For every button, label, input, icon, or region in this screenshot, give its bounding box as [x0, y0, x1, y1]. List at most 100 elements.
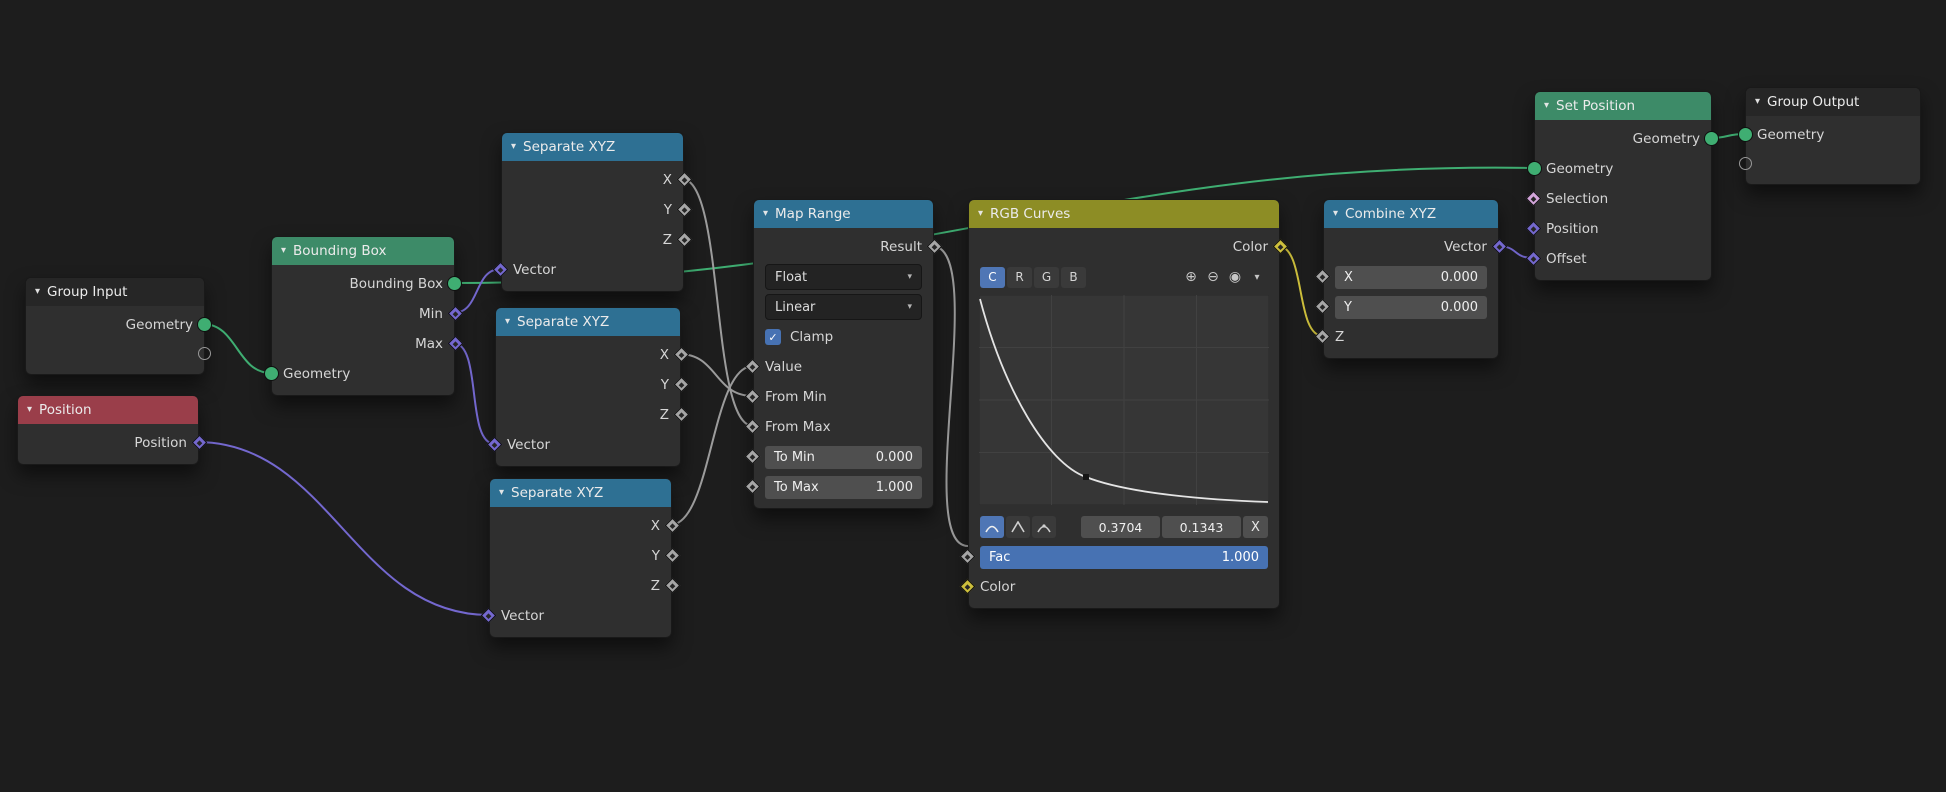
- collapse-chevron-icon[interactable]: ▾: [281, 246, 286, 256]
- handle-free-icon[interactable]: [1032, 516, 1056, 538]
- y-field[interactable]: Y 0.000: [1335, 296, 1487, 319]
- geometry-input-socket[interactable]: [1738, 127, 1753, 142]
- to-min-field[interactable]: To Min 0.000: [765, 446, 922, 469]
- node-map-range[interactable]: ▾ Map Range Result Float ▾ Linear ▾: [753, 199, 934, 509]
- socket-label: Offset: [1546, 251, 1587, 267]
- bounding-box-output-socket[interactable]: [447, 276, 462, 291]
- x-field[interactable]: X 0.000: [1335, 266, 1487, 289]
- to-max-field[interactable]: To Max 1.000: [765, 476, 922, 499]
- curve-plot[interactable]: [979, 295, 1269, 505]
- clamp-row: ✓ Clamp: [754, 322, 933, 352]
- collapse-chevron-icon[interactable]: ▾: [505, 317, 510, 327]
- channel-row: C R G B ⊕ ⊖ ◉ ▾: [969, 262, 1279, 292]
- node-group-output[interactable]: ▾ Group Output Geometry: [1745, 87, 1921, 185]
- collapse-chevron-icon[interactable]: ▾: [499, 488, 504, 498]
- zoom-out-icon[interactable]: ⊖: [1202, 267, 1224, 288]
- collapse-chevron-icon[interactable]: ▾: [27, 405, 32, 415]
- node-position[interactable]: ▾ Position Position: [17, 395, 199, 465]
- input-row-to-max: To Max 1.000: [754, 472, 933, 502]
- collapse-chevron-icon[interactable]: ▾: [763, 209, 768, 219]
- socket-label: Color: [1233, 239, 1268, 255]
- channel-r-button[interactable]: R: [1007, 267, 1032, 288]
- node-header[interactable]: ▾ Map Range: [754, 200, 933, 228]
- virtual-socket[interactable]: [198, 347, 211, 360]
- geometry-input-socket[interactable]: [264, 366, 279, 381]
- output-row-geometry: Geometry: [1535, 124, 1711, 154]
- node-separate-xyz-2[interactable]: ▾ Separate XYZ X Y Z Vector: [495, 307, 681, 467]
- socket-label: Selection: [1546, 191, 1608, 207]
- point-y-field[interactable]: 0.1343: [1162, 516, 1241, 538]
- socket-label: X: [660, 347, 669, 363]
- node-bounding-box[interactable]: ▾ Bounding Box Bounding Box Min Max Geom…: [271, 236, 455, 396]
- curve-control-point[interactable]: [1083, 474, 1089, 480]
- collapse-chevron-icon[interactable]: ▾: [1544, 101, 1549, 111]
- data-type-dropdown[interactable]: Float ▾: [765, 264, 922, 290]
- delete-point-button[interactable]: X: [1243, 516, 1268, 538]
- output-row-position: Position: [18, 428, 198, 458]
- wire-max-separatexyz2: [453, 343, 495, 444]
- point-x-field[interactable]: 0.3704: [1081, 516, 1160, 538]
- socket-label: Max: [415, 336, 443, 352]
- channel-g-button[interactable]: G: [1034, 267, 1059, 288]
- node-editor-canvas[interactable]: ▾ Group Input Geometry ▾ Position Positi…: [0, 0, 1946, 792]
- node-separate-xyz-3[interactable]: ▾ Separate XYZ X Y Z Vector: [489, 478, 672, 638]
- fac-label: Fac: [989, 550, 1010, 565]
- geometry-output-socket[interactable]: [1704, 131, 1719, 146]
- node-set-position[interactable]: ▾ Set Position Geometry Geometry Selecti…: [1534, 91, 1712, 281]
- to-min-value: 0.000: [876, 450, 913, 465]
- input-row-position: Position: [1535, 214, 1711, 244]
- curve-editor[interactable]: [979, 295, 1269, 509]
- fac-value: 1.000: [1222, 550, 1259, 565]
- node-combine-xyz[interactable]: ▾ Combine XYZ Vector X 0.000 Y 0.000: [1323, 199, 1499, 359]
- socket-label: Geometry: [283, 366, 350, 382]
- node-header[interactable]: ▾ Separate XYZ: [496, 308, 680, 336]
- interpolation-dropdown[interactable]: Linear ▾: [765, 294, 922, 320]
- handle-vector-icon[interactable]: [1006, 516, 1030, 538]
- collapse-chevron-icon[interactable]: ▾: [511, 142, 516, 152]
- socket-label: Geometry: [1633, 131, 1700, 147]
- node-header[interactable]: ▾ Bounding Box: [272, 237, 454, 265]
- node-header[interactable]: ▾ Group Input: [26, 278, 204, 306]
- input-row-value: Value: [754, 352, 933, 382]
- socket-label: Vector: [507, 437, 550, 453]
- node-header[interactable]: ▾ Set Position: [1535, 92, 1711, 120]
- node-header[interactable]: ▾ Group Output: [1746, 88, 1920, 116]
- wire-position-separatexyz3: [197, 442, 489, 615]
- socket-label: Geometry: [1546, 161, 1613, 177]
- clamp-checkbox[interactable]: ✓: [765, 329, 781, 345]
- output-row-color: Color: [969, 232, 1279, 262]
- collapse-chevron-icon[interactable]: ▾: [35, 287, 40, 297]
- input-row-geometry: Geometry: [272, 359, 454, 389]
- node-rgb-curves[interactable]: ▾ RGB Curves Color C R G B ⊕ ⊖ ◉ ▾: [968, 199, 1280, 609]
- handle-auto-icon[interactable]: [980, 516, 1004, 538]
- fac-slider[interactable]: Fac 1.000: [980, 546, 1268, 569]
- channel-b-button[interactable]: B: [1061, 267, 1086, 288]
- socket-label: Z: [651, 578, 660, 594]
- zoom-in-icon[interactable]: ⊕: [1180, 267, 1202, 288]
- wire-result-fac: [932, 246, 968, 546]
- node-title: Position: [39, 402, 92, 418]
- collapse-chevron-icon[interactable]: ▾: [1755, 97, 1760, 107]
- node-header[interactable]: ▾ Combine XYZ: [1324, 200, 1498, 228]
- collapse-chevron-icon[interactable]: ▾: [1333, 209, 1338, 219]
- node-header[interactable]: ▾ RGB Curves: [969, 200, 1279, 228]
- options-icon[interactable]: ◉: [1224, 267, 1246, 288]
- socket-label: Geometry: [126, 317, 193, 333]
- input-row-vector: Vector: [490, 601, 671, 631]
- node-header[interactable]: ▾ Separate XYZ: [502, 133, 683, 161]
- geometry-output-socket[interactable]: [197, 317, 212, 332]
- node-separate-xyz-1[interactable]: ▾ Separate XYZ X Y Z Vector: [501, 132, 684, 292]
- output-row-max: Max: [272, 329, 454, 359]
- geometry-input-socket[interactable]: [1527, 161, 1542, 176]
- node-header[interactable]: ▾ Separate XYZ: [490, 479, 671, 507]
- socket-label: From Min: [765, 389, 827, 405]
- channel-c-button[interactable]: C: [980, 267, 1005, 288]
- virtual-socket[interactable]: [1739, 157, 1752, 170]
- node-header[interactable]: ▾ Position: [18, 396, 198, 424]
- input-row-from-max: From Max: [754, 412, 933, 442]
- collapse-chevron-icon[interactable]: ▾: [978, 209, 983, 219]
- socket-label: X: [663, 172, 672, 188]
- tools-dropdown-icon[interactable]: ▾: [1246, 267, 1268, 288]
- node-group-input[interactable]: ▾ Group Input Geometry: [25, 277, 205, 375]
- socket-label: Vector: [1444, 239, 1487, 255]
